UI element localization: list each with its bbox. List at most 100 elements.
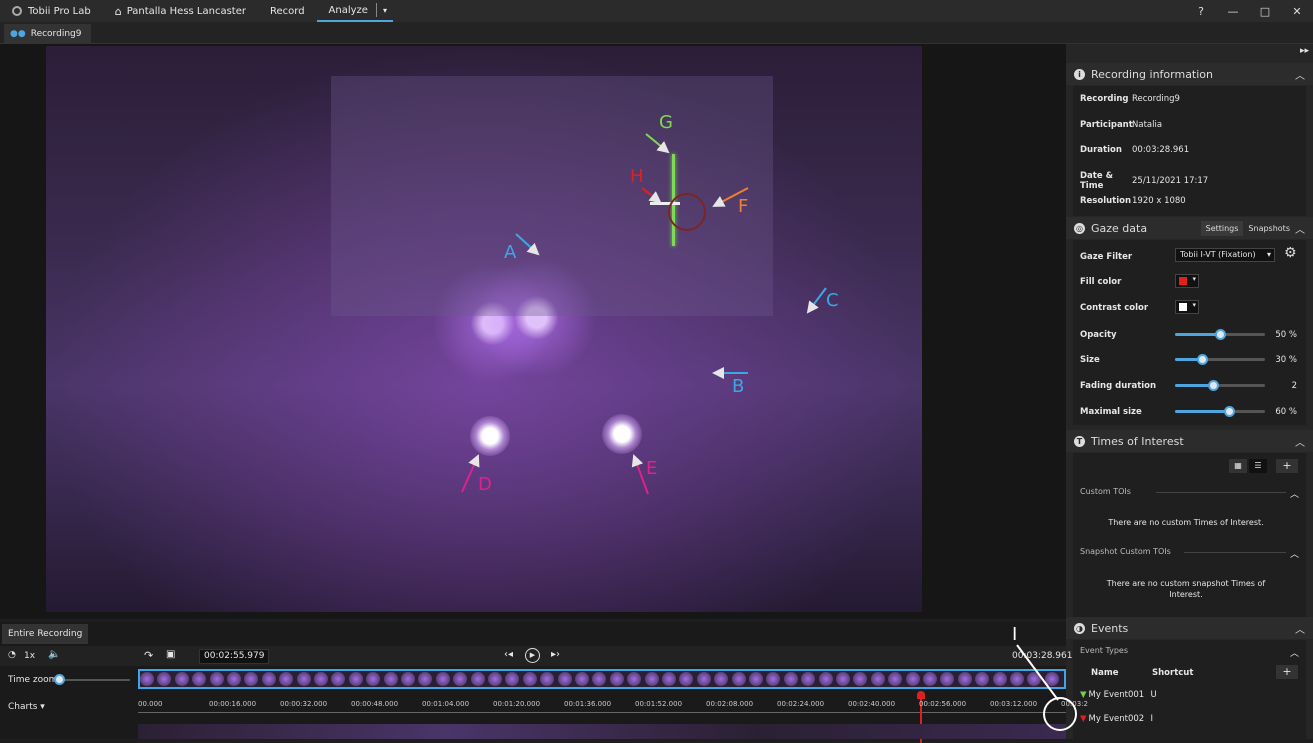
maximize-icon[interactable]: □: [1249, 5, 1281, 18]
record-tab[interactable]: Record: [258, 0, 317, 22]
slider-track[interactable]: [1175, 354, 1265, 365]
chevron-down-icon: ▾: [1192, 275, 1196, 283]
events-icon: ◑: [1074, 622, 1085, 634]
video-thumbnail: [609, 672, 624, 686]
speed-icon[interactable]: ◔: [8, 650, 16, 660]
slider-value: 60 %: [1275, 407, 1297, 417]
ruler-tick-label: 00.000: [138, 700, 163, 708]
slider-track[interactable]: [1175, 380, 1265, 391]
video-thumbnail: [644, 672, 659, 686]
tab-snapshots[interactable]: Snapshots: [1243, 221, 1295, 236]
total-time: 00:03:28.961: [1012, 651, 1073, 661]
events-header[interactable]: ◑ Events ︿: [1066, 617, 1313, 639]
slider-value: 30 %: [1275, 355, 1297, 365]
slider-fill: [1175, 410, 1229, 413]
tab-entire-recording[interactable]: Entire Recording: [2, 624, 89, 644]
ruler-tick-label: 00:02:56.000: [919, 700, 967, 708]
time-ruler[interactable]: 00.000 00:00:16.000 00:00:32.000 00:00:48.0…: [138, 691, 1088, 743]
snapshot-toi-empty: There are no custom snapshot Times of In…: [1106, 579, 1266, 599]
contrast-color-picker[interactable]: ▾: [1175, 300, 1199, 314]
add-event-button[interactable]: +: [1276, 665, 1298, 679]
time-zoom-knob[interactable]: [54, 674, 65, 685]
video-thumbnail: [679, 672, 694, 686]
project-button[interactable]: ⌂ Pantalla Hess Lancaster: [103, 0, 258, 22]
arrow-g: [645, 133, 670, 154]
contrast-color-label: Contrast color: [1080, 303, 1149, 313]
help-icon[interactable]: ?: [1185, 5, 1217, 18]
slider-track[interactable]: [1175, 406, 1265, 417]
chevron-up-icon[interactable]: ︿: [1290, 547, 1299, 560]
chevron-up-icon[interactable]: ︿: [1295, 221, 1305, 236]
speed-label[interactable]: 1x: [24, 651, 35, 661]
fill-color-picker[interactable]: ▾: [1175, 274, 1199, 288]
current-time[interactable]: 00:02:55.979: [199, 649, 270, 664]
charts-dropdown[interactable]: Charts ▾: [8, 702, 45, 712]
title-bar: Tobii Pro Lab ⌂ Pantalla Hess Lancaster …: [0, 0, 1313, 22]
minimize-icon[interactable]: —: [1217, 5, 1249, 18]
share-icon[interactable]: ↷: [144, 649, 153, 662]
gear-icon[interactable]: ⚙: [1284, 245, 1297, 261]
chevron-up-icon[interactable]: ︿: [1295, 621, 1305, 636]
video-viewer: A B C D E F G H: [0, 44, 1066, 619]
video-thumbnail: [853, 672, 868, 686]
slider-knob[interactable]: [1207, 380, 1219, 391]
recording-info-header[interactable]: i Recording information ︿: [1066, 63, 1313, 85]
collapse-panel-icon[interactable]: ▸▸: [1300, 46, 1309, 56]
chevron-up-icon[interactable]: ︿: [1290, 646, 1299, 659]
chevron-up-icon[interactable]: ︿: [1290, 487, 1299, 500]
step-forward-icon[interactable]: ▸›: [551, 649, 560, 660]
chevron-down-icon[interactable]: ▾: [383, 6, 387, 15]
video-thumbnail: [366, 672, 381, 686]
video-thumbnail: [905, 672, 920, 686]
play-icon[interactable]: ▶: [525, 648, 540, 663]
info-row-duration: Duration 00:03:28.961: [1080, 145, 1190, 155]
ruler-tick-label: 00:01:04.000: [422, 700, 470, 708]
label-e: E: [646, 458, 658, 479]
video-thumbnail: [575, 672, 589, 686]
gaze-filter-select[interactable]: Tobii I-VT (Fixation) ▾: [1175, 248, 1275, 262]
slider-knob[interactable]: [1197, 354, 1208, 365]
slider-knob[interactable]: [1224, 406, 1235, 417]
custom-toi-label: Custom TOIs: [1080, 487, 1131, 496]
video-thumbnail: [383, 672, 398, 686]
add-toi-button[interactable]: +: [1276, 459, 1298, 473]
arrow-d: [461, 454, 480, 493]
toi-header[interactable]: T Times of Interest ︿: [1066, 430, 1313, 452]
tab-settings[interactable]: Settings: [1200, 220, 1244, 236]
chevron-up-icon[interactable]: ︿: [1295, 67, 1305, 82]
video-thumbnail: [870, 672, 885, 686]
step-back-icon[interactable]: ‹◂: [504, 649, 513, 660]
home-icon: ⌂: [114, 4, 122, 18]
annotation-arrows: [461, 133, 827, 495]
video-thumbnail: [401, 672, 415, 686]
volume-icon[interactable]: 🔈: [48, 649, 60, 660]
video-thumbnail: [522, 672, 537, 686]
tab-recording[interactable]: ●● Recording9: [4, 24, 92, 44]
video-thumbnail: [1027, 672, 1042, 686]
video-thumbnail: [227, 672, 241, 686]
slider-value: 2: [1291, 381, 1297, 391]
time-zoom-slider[interactable]: [54, 674, 130, 685]
video-thumbnail-strip[interactable]: [138, 669, 1066, 689]
video-thumbnail: [627, 672, 642, 686]
ruler-tick-label: 00:02:24.000: [777, 700, 825, 708]
close-icon[interactable]: ✕: [1281, 5, 1313, 18]
gaze-data-header[interactable]: ◎ Gaze data Settings Snapshots ︿: [1066, 217, 1313, 239]
video-thumbnail: [244, 672, 259, 686]
chevron-up-icon[interactable]: ︿: [1295, 434, 1305, 449]
video-thumbnail: [957, 672, 972, 686]
slider-track[interactable]: [1175, 329, 1265, 340]
ruler-tick-label: 00:02:08.000: [706, 700, 754, 708]
analyze-tab[interactable]: Analyze ▾: [316, 0, 393, 22]
event-row-1[interactable]: ▼ My Event001 U: [1080, 690, 1157, 700]
list-view-icon[interactable]: ☰: [1249, 459, 1267, 473]
video-thumbnail: [209, 672, 224, 686]
scene-video[interactable]: A B C D E F G H: [46, 46, 922, 612]
event-row-2[interactable]: ▼ My Event002 I: [1080, 714, 1153, 724]
snapshot-icon[interactable]: ▣: [166, 649, 175, 660]
grid-view-icon[interactable]: ▦: [1229, 459, 1247, 473]
video-thumbnail: [836, 672, 850, 686]
slider-knob[interactable]: [1215, 329, 1226, 340]
video-thumbnail: [801, 672, 816, 686]
tobii-logo-icon: [12, 6, 22, 16]
